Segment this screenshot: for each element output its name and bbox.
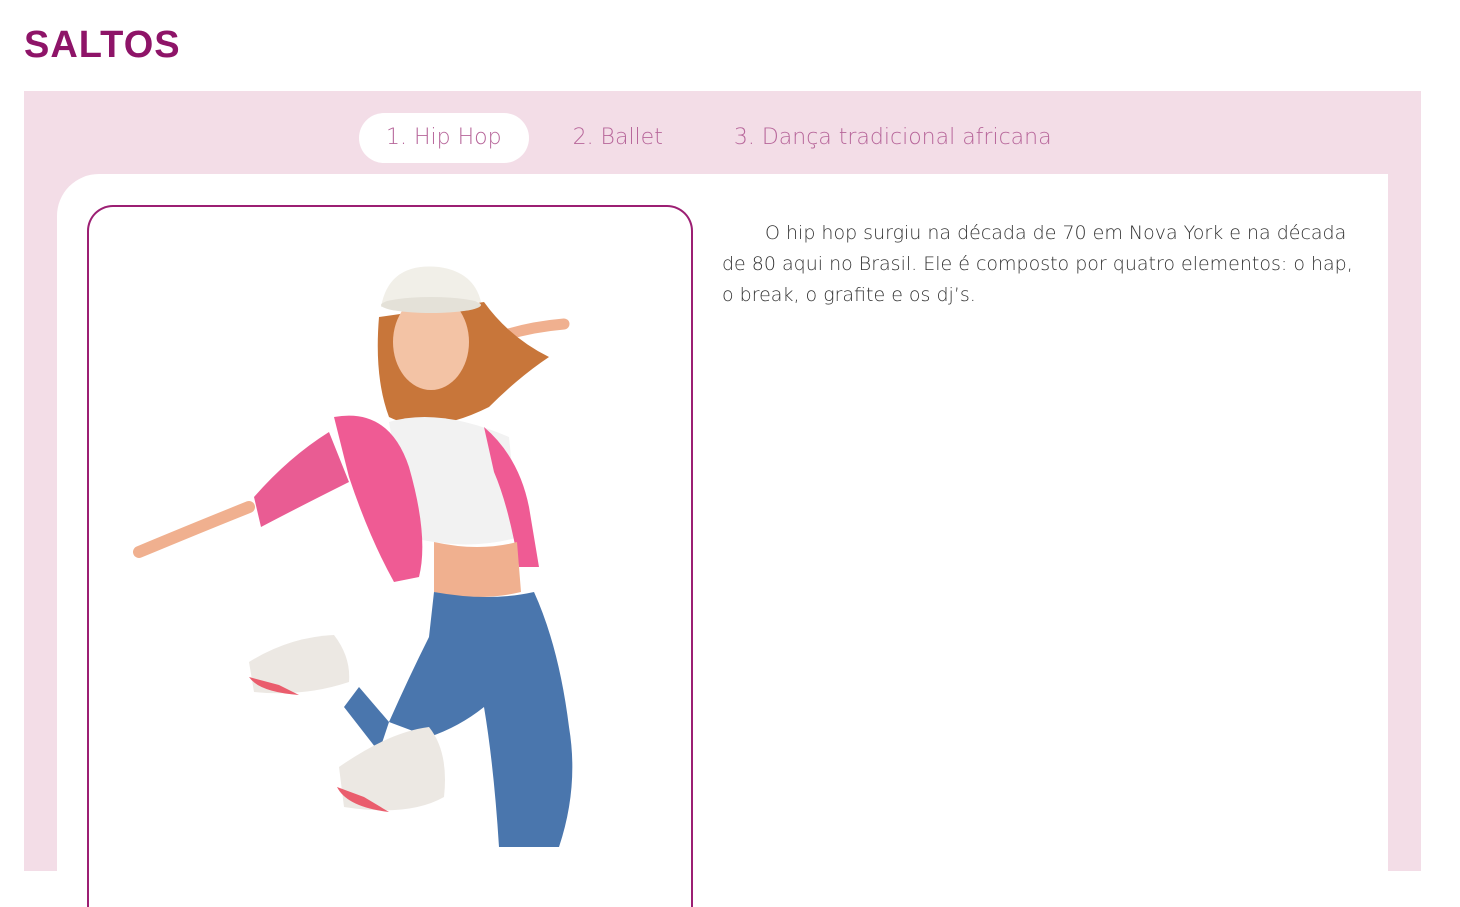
page-title: SALTOS [24,24,181,66]
tab-danca-africana[interactable]: 3. Dança tradicional africana [707,113,1079,163]
tab-content: O hip hop surgiu na década de 70 em Nova… [57,174,1388,907]
tab-panel: 1. Hip Hop 2. Ballet 3. Dança tradiciona… [24,91,1421,907]
hip-hop-dancer-image [133,266,573,847]
tab-hip-hop[interactable]: 1. Hip Hop [359,113,529,163]
tab-bar: 1. Hip Hop 2. Ballet 3. Dança tradiciona… [359,113,1079,163]
image-frame [87,205,693,907]
description-text: O hip hop surgiu na década de 70 em Nova… [722,222,1353,306]
tab-ballet[interactable]: 2. Ballet [546,113,690,163]
